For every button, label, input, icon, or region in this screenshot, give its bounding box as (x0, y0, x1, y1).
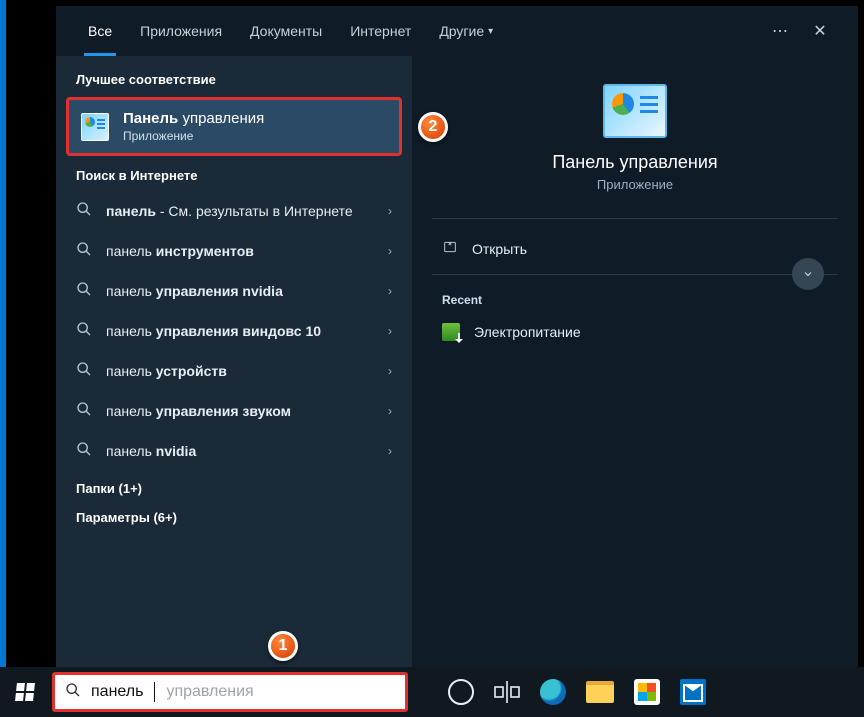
search-icon (76, 441, 92, 462)
results-pane: Лучшее соответствие Панель управления Пр… (56, 56, 412, 667)
mail-app-icon[interactable] (680, 679, 706, 705)
search-icon (76, 201, 92, 222)
taskbar-icons (448, 679, 706, 705)
tab-internet[interactable]: Интернет (336, 6, 425, 56)
power-options-icon (442, 323, 460, 341)
tab-more[interactable]: Другие▾ (425, 6, 507, 56)
best-match-item[interactable]: Панель управления Приложение (66, 97, 402, 156)
tab-bar: Все Приложения Документы Интернет Другие… (56, 6, 858, 56)
web-result[interactable]: панель инструментов › (56, 231, 412, 271)
best-match-subtitle: Приложение (123, 129, 264, 143)
task-view-icon[interactable] (494, 679, 520, 705)
annotation-callout-1: 1 (268, 631, 298, 661)
taskbar: панель управления (0, 667, 864, 717)
web-result[interactable]: панель управления nvidia › (56, 271, 412, 311)
microsoft-store-icon[interactable] (634, 679, 660, 705)
search-icon (76, 361, 92, 382)
web-result[interactable]: панель nvidia › (56, 431, 412, 471)
start-button[interactable] (0, 667, 50, 717)
details-app-icon (603, 84, 667, 138)
divider (432, 218, 838, 219)
chevron-right-icon: › (388, 324, 392, 338)
edge-browser-icon[interactable] (540, 679, 566, 705)
control-panel-icon (81, 113, 109, 141)
search-flyout: Все Приложения Документы Интернет Другие… (56, 6, 858, 667)
search-typed-text: панель (91, 683, 143, 701)
section-web: Поиск в Интернете (56, 162, 412, 191)
taskbar-search-input[interactable]: панель управления (52, 672, 408, 712)
open-action[interactable]: Открыть (432, 233, 838, 274)
section-folders[interactable]: Папки (1+) (56, 471, 412, 500)
chevron-right-icon: › (388, 244, 392, 258)
details-pane: Панель управления Приложение Открыть Rec… (412, 56, 858, 667)
tab-documents[interactable]: Документы (236, 6, 336, 56)
expand-button[interactable] (792, 258, 824, 290)
web-result[interactable]: панель - См. результаты в Интернете › (56, 191, 412, 231)
tab-apps[interactable]: Приложения (126, 6, 236, 56)
left-accent-bar (0, 0, 6, 667)
search-icon (76, 241, 92, 262)
chevron-right-icon: › (388, 404, 392, 418)
web-result[interactable]: панель управления звуком › (56, 391, 412, 431)
best-match-title: Панель управления (123, 110, 264, 127)
windows-logo-icon (15, 683, 35, 701)
details-subtitle: Приложение (432, 177, 838, 192)
recent-item[interactable]: Электропитание (432, 317, 838, 347)
text-caret (154, 682, 155, 702)
chevron-right-icon: › (388, 204, 392, 218)
chevron-right-icon: › (388, 284, 392, 298)
tab-all[interactable]: Все (74, 6, 126, 56)
search-icon (76, 321, 92, 342)
file-explorer-icon[interactable] (586, 681, 614, 703)
search-icon (76, 401, 92, 422)
details-title: Панель управления (432, 152, 838, 173)
chevron-right-icon: › (388, 444, 392, 458)
section-settings[interactable]: Параметры (6+) (56, 500, 412, 529)
search-autocomplete-hint: управления (166, 683, 253, 701)
search-icon (65, 682, 81, 703)
chevron-right-icon: › (388, 364, 392, 378)
section-best-match: Лучшее соответствие (56, 66, 412, 95)
search-icon (76, 281, 92, 302)
recent-label: Recent (432, 293, 838, 317)
web-result[interactable]: панель устройств › (56, 351, 412, 391)
web-result[interactable]: панель управления виндовс 10 › (56, 311, 412, 351)
more-options-button[interactable]: ⋯ (760, 11, 800, 51)
divider (432, 274, 838, 275)
chevron-down-icon: ▾ (488, 26, 493, 37)
cortana-icon[interactable] (448, 679, 474, 705)
open-icon (442, 239, 458, 258)
close-button[interactable]: ✕ (800, 11, 840, 51)
annotation-callout-2: 2 (418, 112, 448, 142)
